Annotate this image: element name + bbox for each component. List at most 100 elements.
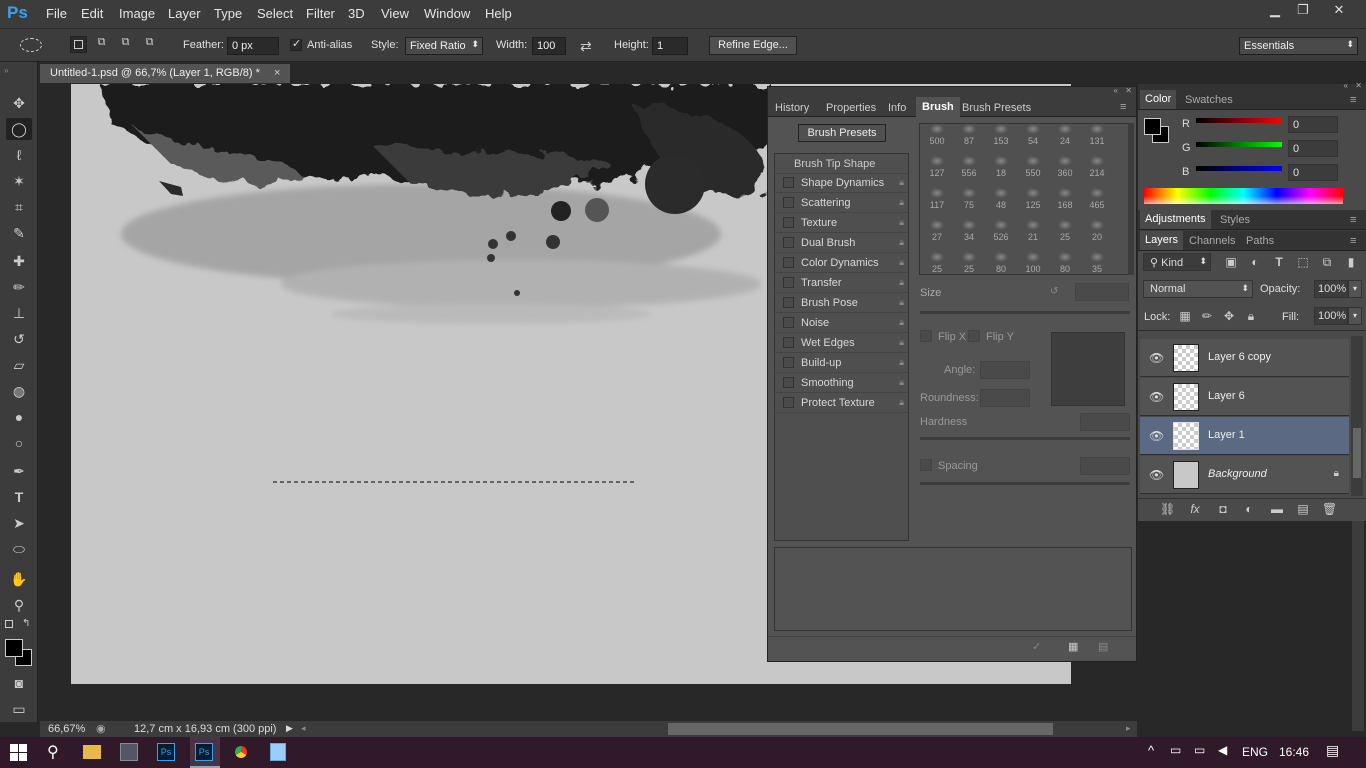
tab-history[interactable]: History — [775, 102, 809, 114]
panel-header[interactable]: « ✕ — [768, 86, 1136, 97]
flip-x-checkbox[interactable] — [920, 330, 932, 342]
chrome-icon[interactable] — [232, 743, 250, 761]
option-checkbox[interactable] — [783, 217, 794, 228]
tab-adjustments[interactable]: Adjustments — [1140, 210, 1211, 229]
panel-menu-icon[interactable]: ≡ — [1350, 235, 1356, 247]
minimize-button[interactable]: ▁ — [1262, 2, 1288, 20]
new-brush-icon[interactable]: ▤ — [1098, 640, 1108, 653]
collapse-icon[interactable]: « — [1114, 86, 1118, 95]
eyedropper-tool-icon[interactable]: ✎ — [6, 222, 32, 244]
tab-paths[interactable]: Paths — [1246, 235, 1274, 247]
brush-tip-preset[interactable]: 127 — [922, 152, 952, 182]
menu-view[interactable]: View — [381, 6, 409, 21]
brush-option-row[interactable]: Brush Pose 🔒︎ — [775, 293, 908, 313]
menu-file[interactable]: File — [46, 6, 67, 21]
chevron-up-icon[interactable]: ^ — [1148, 743, 1154, 758]
hardness-input[interactable] — [1080, 413, 1130, 431]
tab-channels[interactable]: Channels — [1189, 235, 1235, 247]
brush-tip-shape-header[interactable]: Brush Tip Shape — [775, 154, 908, 174]
option-checkbox[interactable] — [783, 197, 794, 208]
notifications-icon[interactable]: ▤ — [1326, 742, 1339, 759]
lock-icon[interactable]: 🔒︎ — [899, 277, 904, 288]
brush-tip-preset[interactable]: 465 — [1082, 184, 1112, 214]
width-input[interactable]: 100 — [532, 37, 566, 55]
b-slider[interactable] — [1196, 166, 1282, 171]
brush-tip-scrollbar[interactable] — [1128, 123, 1134, 275]
shape-filter-icon[interactable]: ⬚ — [1296, 255, 1310, 269]
brush-option-row[interactable]: Color Dynamics 🔒︎ — [775, 253, 908, 273]
status-menu-arrow-icon[interactable]: ▶ — [286, 723, 293, 734]
lock-icon[interactable]: 🔒︎ — [899, 237, 904, 248]
menu-3d[interactable]: 3D — [348, 6, 365, 21]
g-slider[interactable] — [1196, 142, 1282, 147]
photoshop-active-taskbar-button[interactable]: Ps — [190, 737, 220, 768]
close-panel-icon[interactable]: ✕ — [1125, 86, 1132, 95]
lock-position-icon[interactable]: ✥ — [1222, 309, 1236, 323]
delete-layer-icon[interactable]: 🗑︎ — [1322, 502, 1337, 516]
lock-pixels-icon[interactable]: ✏ — [1200, 309, 1214, 323]
close-tab-icon[interactable]: × — [274, 67, 280, 79]
angle-roundness-preview[interactable] — [1051, 332, 1125, 406]
history-brush-tool-icon[interactable]: ↺ — [6, 328, 32, 350]
option-checkbox[interactable] — [783, 277, 794, 288]
pen-tool-icon[interactable]: ✒ — [6, 460, 32, 482]
tab-properties[interactable]: Properties — [826, 102, 876, 114]
new-selection-icon[interactable] — [70, 36, 87, 53]
reset-size-icon[interactable]: ↺ — [1050, 286, 1058, 297]
brush-tip-preset[interactable]: 556 — [954, 152, 984, 182]
brush-tip-grid[interactable]: 500 87 153 54 24 131 127 556 18 550 360 214 117 75 48 1… — [919, 123, 1129, 275]
move-tool-icon[interactable]: ✥ — [6, 92, 32, 114]
brush-tip-preset[interactable]: 500 — [922, 124, 952, 150]
panel-menu-icon[interactable]: ≡ — [1120, 101, 1126, 113]
lock-icon[interactable]: 🔒︎ — [899, 197, 904, 208]
restore-button[interactable]: ❐ — [1290, 2, 1316, 20]
brush-tip-preset[interactable]: 125 — [1018, 184, 1048, 214]
horizontal-scrollbar-thumb[interactable] — [668, 723, 1053, 735]
lock-icon[interactable]: 🔒︎ — [899, 217, 904, 228]
adjustment-filter-icon[interactable]: ◐ — [1248, 255, 1262, 269]
battery-icon[interactable]: ▭ — [1194, 743, 1205, 757]
network-icon[interactable]: ▭ — [1170, 743, 1181, 757]
tab-styles[interactable]: Styles — [1220, 214, 1250, 226]
brush-tip-preset[interactable]: 87 — [954, 124, 984, 150]
tab-color[interactable]: Color — [1140, 90, 1177, 109]
brush-tip-preset[interactable]: 550 — [1018, 152, 1048, 182]
brush-presets-button[interactable]: Brush Presets — [798, 124, 886, 142]
layer-row-selected[interactable]: 👁︎ Layer 1 — [1140, 417, 1349, 455]
option-checkbox[interactable] — [783, 177, 794, 188]
file-explorer-icon[interactable] — [83, 745, 101, 759]
brush-option-row[interactable]: Shape Dynamics 🔒︎ — [775, 173, 908, 193]
brush-tip-preset[interactable]: 75 — [954, 184, 984, 214]
magic-wand-tool-icon[interactable]: ✶ — [6, 170, 32, 192]
adjustment-layer-icon[interactable]: ◐ — [1242, 502, 1256, 516]
layer-row[interactable]: 👁︎ Layer 6 — [1140, 378, 1349, 416]
brush-tip-preset[interactable]: 24 — [1050, 124, 1080, 150]
new-layer-icon[interactable]: ▤ — [1296, 502, 1310, 516]
photoshop-taskbar-icon[interactable]: Ps — [157, 743, 175, 761]
document-tab[interactable]: Untitled-1.psd @ 66,7% (Layer 1, RGB/8) … — [40, 64, 290, 83]
brush-tip-preset[interactable]: 27 — [922, 216, 952, 246]
lock-transparency-icon[interactable]: ▦ — [1178, 309, 1192, 323]
r-slider[interactable] — [1196, 118, 1282, 123]
brush-tip-preset[interactable]: 54 — [1018, 124, 1048, 150]
visibility-eye-icon[interactable]: 👁︎ — [1149, 429, 1164, 443]
lock-icon[interactable]: 🔒︎ — [899, 337, 904, 348]
tab-swatches[interactable]: Swatches — [1185, 94, 1233, 106]
workspace-select[interactable]: Essentials ⬍ — [1239, 37, 1358, 55]
brush-tip-preset[interactable]: 34 — [954, 216, 984, 246]
close-window-button[interactable]: ✕ — [1326, 2, 1352, 20]
type-filter-icon[interactable]: T — [1272, 255, 1286, 269]
refine-edge-button[interactable]: Refine Edge... — [709, 36, 797, 55]
lock-icon[interactable]: 🔒︎ — [899, 357, 904, 368]
height-input[interactable]: 1 — [652, 37, 688, 55]
option-checkbox[interactable] — [783, 237, 794, 248]
hardness-slider[interactable] — [920, 437, 1130, 440]
color-foreground-swatch[interactable] — [1144, 118, 1161, 135]
quick-mask-icon[interactable]: ◙ — [6, 672, 32, 694]
blend-mode-select[interactable]: Normal ⬍ — [1143, 280, 1253, 298]
toggle-live-tip-icon[interactable]: ✓ — [1032, 640, 1041, 653]
close-panel-icon[interactable]: ✕ — [1355, 81, 1362, 90]
eraser-tool-icon[interactable]: ▱ — [6, 354, 32, 376]
foreground-color-swatch[interactable] — [5, 639, 23, 657]
angle-input[interactable] — [980, 361, 1030, 379]
